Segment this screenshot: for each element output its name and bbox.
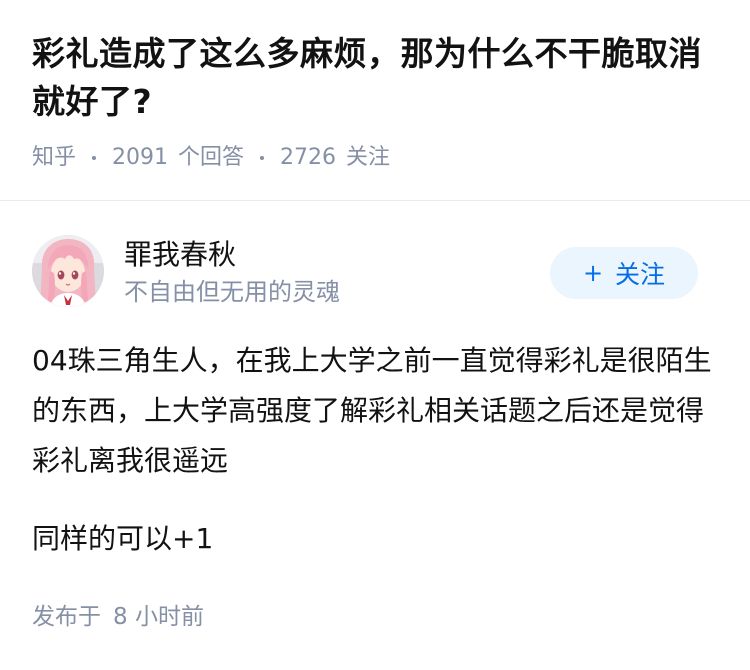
follow-button-label: 关注 (615, 260, 666, 289)
answer-content[interactable]: 04珠三角生人，在我上大学之前一直觉得彩礼是很陌生的东西，上大学高强度了解彩礼相… (32, 336, 712, 564)
answer-count-label[interactable]: 个回答 (178, 142, 244, 174)
author-bio: 不自由但无用的灵魂 (124, 278, 340, 306)
answer-author: 罪我春秋 不自由但无用的灵魂 + 关注 (32, 235, 718, 311)
avatar[interactable] (32, 235, 104, 307)
answer-count: 2091 (112, 145, 169, 170)
question-header: 彩礼造成了这么多麻烦，那为什么不干脆取消就好了? 知乎 2091 个回答 272… (32, 30, 722, 174)
meta-separator (92, 156, 97, 160)
follow-button[interactable]: + 关注 (550, 247, 698, 299)
question-meta: 知乎 2091 个回答 2726 关注 (32, 142, 722, 174)
publish-label: 发布于 (32, 604, 101, 630)
publish-time: 发布于 8 小时前 (32, 600, 204, 634)
plus-icon: + (582, 259, 604, 287)
author-name[interactable]: 罪我春秋 (124, 235, 236, 275)
publish-time-value: 8 小时前 (113, 604, 204, 630)
anime-girl-avatar-icon (32, 235, 104, 307)
follower-count-label[interactable]: 关注 (346, 142, 390, 174)
question-title[interactable]: 彩礼造成了这么多麻烦，那为什么不干脆取消就好了? (32, 30, 722, 126)
answer-paragraph: 同样的可以+1 (32, 522, 214, 555)
meta-separator (260, 156, 265, 160)
answer-paragraph: 04珠三角生人，在我上大学之前一直觉得彩礼是很陌生的东西，上大学高强度了解彩礼相… (32, 344, 712, 477)
follower-count: 2726 (280, 145, 337, 170)
source-label[interactable]: 知乎 (32, 142, 76, 174)
section-divider (0, 200, 750, 201)
